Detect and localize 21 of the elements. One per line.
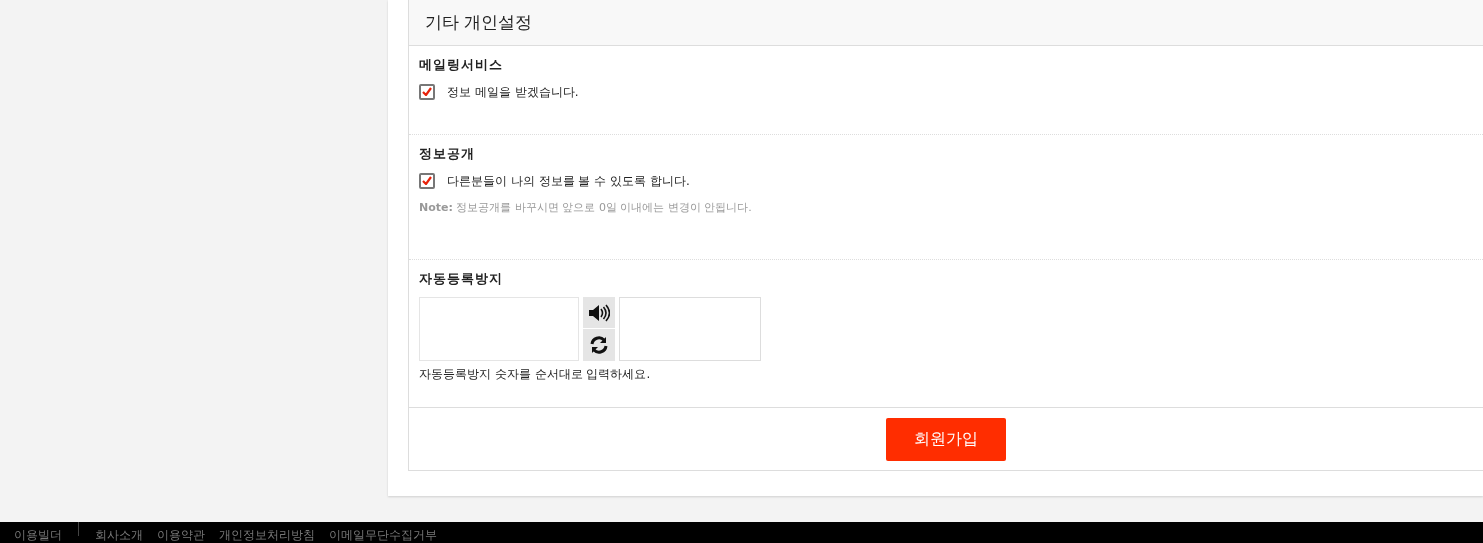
checkbox-label: 정보 메일을 받겠습니다.: [447, 83, 579, 101]
help-text: 자동등록방지 숫자를 순서대로 입력하세요.: [419, 365, 652, 383]
footer-link[interactable]: 이메일무단수집거부: [329, 529, 437, 542]
group-heading: 자동등록방지: [419, 270, 504, 288]
checkbox-label: 다른분들이 나의 정보를 볼 수 있도록 합니다.: [447, 172, 690, 190]
group-heading: 메일링서비스: [419, 56, 504, 74]
refresh-button[interactable]: [583, 329, 615, 361]
footer-link[interactable]: 회사소개: [95, 529, 143, 542]
group-heading: 정보공개: [419, 145, 476, 163]
captcha-input[interactable]: [619, 296, 761, 361]
footer-brand: 이용빌더: [13, 529, 63, 542]
speaker-icon: [588, 303, 610, 322]
submit-button[interactable]: 회원가입: [886, 417, 1006, 461]
footer-link[interactable]: 개인정보처리방침: [219, 529, 315, 542]
refresh-icon: [589, 335, 609, 355]
section-title: 기타 개인설정: [425, 10, 533, 34]
audio-button[interactable]: [583, 296, 615, 329]
footer-link[interactable]: 이용약관: [157, 529, 205, 542]
checkbox[interactable]: [419, 172, 435, 189]
note-text: Note: 정보공개를 바꾸시면 앞으로 0일 이내에는 변경이 안됩니다.: [419, 199, 753, 216]
checkbox[interactable]: [419, 83, 435, 100]
